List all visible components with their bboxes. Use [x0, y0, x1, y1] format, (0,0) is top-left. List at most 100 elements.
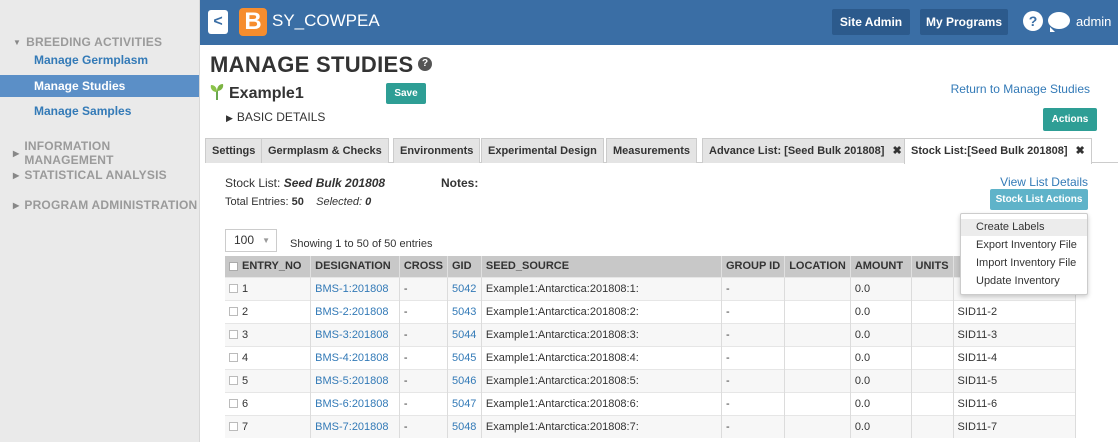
table-cell: Example1:Antarctica:201808:2:: [481, 299, 722, 323]
menu-item-update-inventory[interactable]: Update Inventory: [961, 273, 1087, 290]
column-header-cross[interactable]: CROSS: [399, 256, 448, 277]
row-checkbox[interactable]: [229, 330, 238, 340]
table-row[interactable]: 2 BMS-2:201808 - 5043 Example1:Antarctica:20…: [225, 299, 1077, 323]
save-button[interactable]: Save: [386, 83, 426, 104]
return-to-manage-studies-link[interactable]: Return to Manage Studies: [951, 82, 1090, 96]
table-cell: SID11-6: [953, 391, 1077, 415]
table-cell: [784, 391, 851, 415]
tab-settings[interactable]: Settings: [205, 138, 263, 163]
table-cell: -: [721, 322, 786, 346]
column-header-location[interactable]: LOCATION: [784, 256, 851, 277]
stock-list-actions-menu: Create Labels Export Inventory File Impo…: [960, 213, 1088, 295]
table-row[interactable]: 5 BMS-5:201808-5046 Example1:Antarctica:20…: [225, 368, 1077, 392]
table-row[interactable]: 1 BMS-1:201808-5042 Example1:Antarctica:20…: [225, 276, 1077, 300]
table-cell: 0.0: [850, 414, 912, 438]
table-cell: [911, 391, 954, 415]
row-checkbox[interactable]: [229, 399, 238, 409]
stock-list-actions-button[interactable]: Stock List Actions: [990, 189, 1088, 210]
sidebar-section-breeding[interactable]: ▼ BREEDING ACTIVITIES: [13, 35, 162, 49]
table-cell[interactable]: 5044: [447, 322, 482, 346]
table-row[interactable]: 4 BMS-4:201808-5045 Example1:Antarctica:20…: [225, 345, 1077, 369]
tab-environments[interactable]: Environments: [393, 138, 481, 163]
table-cell[interactable]: 5042: [447, 276, 482, 300]
view-list-details-link[interactable]: View List Details: [1000, 175, 1088, 189]
my-programs-button[interactable]: My Programs: [920, 9, 1008, 35]
row-checkbox[interactable]: [229, 353, 238, 363]
stock-list-prefix: Stock List:: [225, 176, 281, 190]
row-checkbox[interactable]: [229, 284, 238, 294]
column-header-designation[interactable]: DESIGNATION: [310, 256, 400, 277]
basic-details-toggle[interactable]: ▶ BASIC DETAILS: [226, 110, 325, 124]
table-cell[interactable]: BMS-6:201808: [310, 391, 400, 415]
back-button[interactable]: <: [208, 10, 228, 34]
stock-list-label: Stock List: Seed Bulk 201808: [225, 176, 385, 190]
table-cell: 7: [225, 414, 312, 438]
site-admin-button[interactable]: Site Admin: [832, 9, 910, 35]
row-checkbox[interactable]: [229, 376, 238, 386]
total-entries-label: Total Entries:: [225, 196, 289, 208]
table-cell[interactable]: 5048: [447, 414, 482, 438]
tab-measurements[interactable]: Measurements: [606, 138, 698, 163]
table-row[interactable]: 3 BMS-3:201808-5044 Example1:Antarctica:20…: [225, 322, 1077, 346]
tab-stock-list[interactable]: Stock List:[Seed Bulk 201808] ✖: [904, 138, 1092, 164]
table-cell[interactable]: BMS-5:201808: [310, 368, 400, 392]
sidebar-item-manage-samples[interactable]: Manage Samples: [34, 104, 131, 118]
table-cell: [784, 368, 851, 392]
sidebar-item-manage-germplasm[interactable]: Manage Germplasm: [34, 53, 148, 67]
tab-germplasm-checks[interactable]: Germplasm & Checks: [261, 138, 389, 163]
table-cell[interactable]: BMS-4:201808: [310, 345, 400, 369]
study-name: Example1: [229, 85, 304, 102]
table-cell: [911, 276, 954, 300]
sidebar-section-information[interactable]: ▶ INFORMATION MANAGEMENT: [13, 139, 199, 167]
table-cell: -: [399, 414, 448, 438]
table-cell[interactable]: BMS-3:201808: [310, 322, 400, 346]
sidebar-item-manage-studies[interactable]: Manage Studies: [0, 75, 199, 97]
sidebar-section-label: BREEDING ACTIVITIES: [26, 35, 163, 49]
table-cell: 0.0: [850, 368, 912, 392]
table-cell: -: [721, 345, 786, 369]
cell-text: 2: [242, 305, 249, 318]
column-header-gid[interactable]: GID: [447, 256, 482, 277]
row-checkbox[interactable]: [229, 422, 238, 432]
table-cell: [784, 322, 851, 346]
caret-right-icon: ▶: [13, 200, 20, 210]
close-icon[interactable]: ✖: [892, 145, 901, 157]
sidebar-section-statistical[interactable]: ▶ STATISTICAL ANALYSIS: [13, 168, 167, 182]
table-cell: 0.0: [850, 299, 912, 323]
column-header-group-id[interactable]: GROUP ID: [721, 256, 786, 277]
user-menu[interactable]: admin: [1076, 14, 1111, 29]
menu-item-import-inventory[interactable]: Import Inventory File: [961, 255, 1087, 272]
menu-item-export-inventory[interactable]: Export Inventory File: [961, 237, 1087, 254]
table-cell[interactable]: BMS-7:201808: [310, 414, 400, 438]
tab-label: Environments: [400, 145, 474, 157]
caret-right-icon: ▶: [13, 148, 20, 158]
chat-icon[interactable]: [1048, 12, 1070, 32]
sidebar-section-program-admin[interactable]: ▶ PROGRAM ADMINISTRATION: [13, 198, 197, 212]
column-header-entry-no[interactable]: ENTRY_NO: [225, 256, 312, 277]
table-cell[interactable]: 5046: [447, 368, 482, 392]
column-header-units[interactable]: UNITS: [911, 256, 954, 277]
table-row[interactable]: 6 BMS-6:201808-5047 Example1:Antarctica:20…: [225, 391, 1077, 415]
close-icon[interactable]: ✖: [1076, 145, 1085, 157]
table-cell: -: [721, 299, 786, 323]
table-cell[interactable]: 5045: [447, 345, 482, 369]
page-size-select[interactable]: 100 ▼: [225, 229, 277, 252]
column-header-amount[interactable]: AMOUNT: [850, 256, 912, 277]
tab-advance-list[interactable]: Advance List: [Seed Bulk 201808] ✖: [702, 138, 909, 163]
row-checkbox[interactable]: [229, 307, 238, 317]
table-cell[interactable]: BMS-2:201808: [310, 299, 400, 323]
bms-logo: B: [239, 8, 267, 36]
column-header-seed-source[interactable]: SEED_SOURCE: [481, 256, 722, 277]
table-cell[interactable]: BMS-1:201808: [310, 276, 400, 300]
menu-item-create-labels[interactable]: Create Labels: [961, 219, 1087, 236]
table-cell[interactable]: 5043: [447, 299, 482, 323]
table-cell: -: [721, 276, 786, 300]
table-cell[interactable]: 5047: [447, 391, 482, 415]
actions-button[interactable]: Actions: [1043, 108, 1097, 131]
question-icon[interactable]: ?: [418, 57, 432, 71]
table-row[interactable]: 7 BMS-7:201808-5048 Example1:Antarctica:20…: [225, 414, 1077, 438]
table-cell: [784, 414, 851, 438]
tab-experimental-design[interactable]: Experimental Design: [481, 138, 604, 163]
help-icon[interactable]: ?: [1023, 11, 1043, 31]
select-all-checkbox[interactable]: [229, 261, 238, 271]
